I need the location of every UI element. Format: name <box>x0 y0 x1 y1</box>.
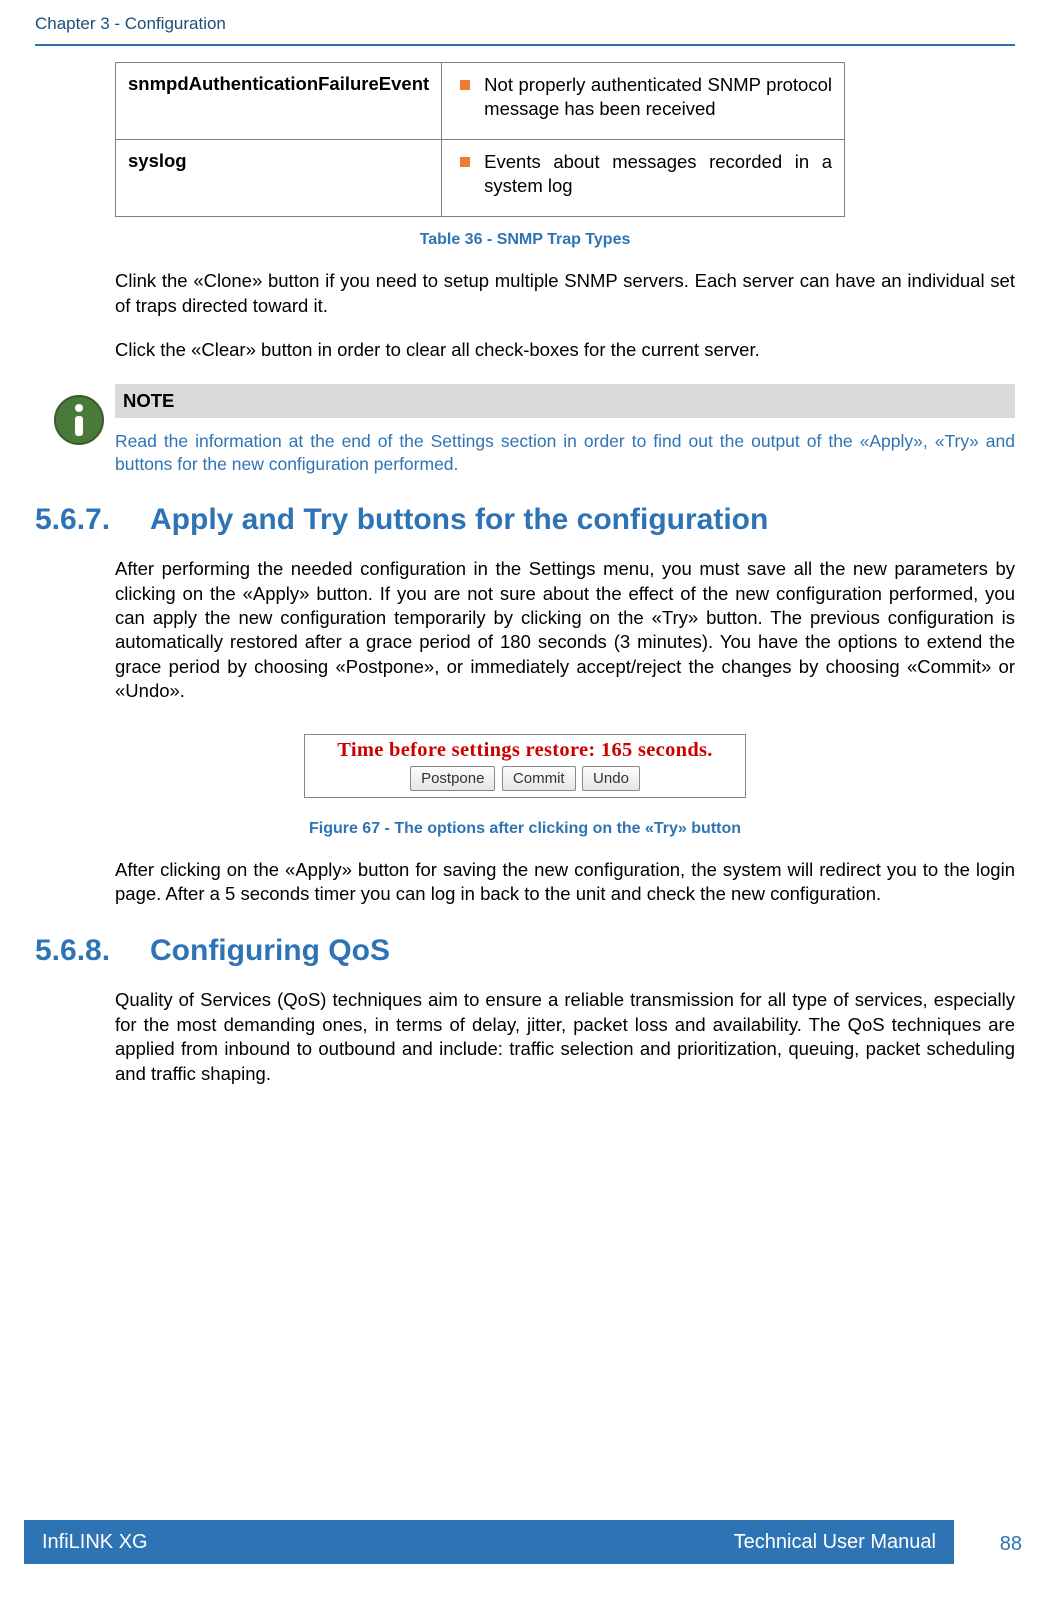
table-caption: Table 36 - SNMP Trap Types <box>35 231 1015 249</box>
trap-desc-cell: Events about messages recorded in a syst… <box>442 140 845 217</box>
paragraph: Click the «Clear» button in order to cle… <box>115 338 1015 362</box>
page-header: Chapter 3 - Configuration <box>0 0 1050 34</box>
figure-title: Time before settings restore: 165 second… <box>313 739 737 762</box>
note-text: Read the information at the end of the S… <box>115 430 1015 475</box>
square-bullet-icon <box>460 80 470 90</box>
snmp-trap-table: snmpdAuthenticationFailureEvent Not prop… <box>115 62 845 217</box>
note-body: NOTE Read the information at the end of … <box>115 384 1015 475</box>
postpone-button[interactable]: Postpone <box>410 766 495 791</box>
trap-name-cell: snmpdAuthenticationFailureEvent <box>116 63 442 140</box>
footer-left: InfiLINK XG <box>42 1531 148 1554</box>
square-bullet-icon <box>460 157 470 167</box>
figure-box: Time before settings restore: 165 second… <box>304 734 746 798</box>
table-row: snmpdAuthenticationFailureEvent Not prop… <box>116 63 845 140</box>
note-block: NOTE Read the information at the end of … <box>35 384 1015 475</box>
trap-name-cell: syslog <box>116 140 442 217</box>
table-row: syslog Events about messages recorded in… <box>116 140 845 217</box>
section-number: 5.6.7. <box>35 503 150 537</box>
footer-bar: InfiLINK XG Technical User Manual <box>24 1520 954 1564</box>
paragraph: Clink the «Clone» button if you need to … <box>115 269 1015 318</box>
trap-desc-text: Events about messages recorded in a syst… <box>484 150 832 198</box>
section-title: Configuring QoS <box>150 934 390 968</box>
undo-button[interactable]: Undo <box>582 766 640 791</box>
figure-button-row: Postpone Commit Undo <box>313 766 737 791</box>
bullet-item: Not properly authenticated SNMP protocol… <box>454 73 832 121</box>
paragraph: After clicking on the «Apply» button for… <box>115 858 1015 907</box>
paragraph: After performing the needed configuratio… <box>115 557 1015 703</box>
paragraph: Quality of Services (QoS) techniques aim… <box>115 988 1015 1086</box>
section-number: 5.6.8. <box>35 934 150 968</box>
header-rule <box>35 44 1015 46</box>
section-heading-row: 5.6.8. Configuring QoS <box>35 934 1015 968</box>
chapter-title: Chapter 3 - Configuration <box>35 14 1050 34</box>
page-number: 88 <box>1000 1533 1022 1556</box>
page-content: snmpdAuthenticationFailureEvent Not prop… <box>0 62 1050 1086</box>
section-title: Apply and Try buttons for the configurat… <box>150 503 768 537</box>
trap-desc-text: Not properly authenticated SNMP protocol… <box>484 73 832 121</box>
trap-desc-cell: Not properly authenticated SNMP protocol… <box>442 63 845 140</box>
info-icon <box>53 394 105 446</box>
bullet-item: Events about messages recorded in a syst… <box>454 150 832 198</box>
figure-caption: Figure 67 - The options after clicking o… <box>35 820 1015 838</box>
note-heading: NOTE <box>115 384 1015 418</box>
section-heading-row: 5.6.7. Apply and Try buttons for the con… <box>35 503 1015 537</box>
commit-button[interactable]: Commit <box>502 766 576 791</box>
footer-right: Technical User Manual <box>734 1531 936 1554</box>
document-page: Chapter 3 - Configuration snmpdAuthentic… <box>0 0 1050 1616</box>
